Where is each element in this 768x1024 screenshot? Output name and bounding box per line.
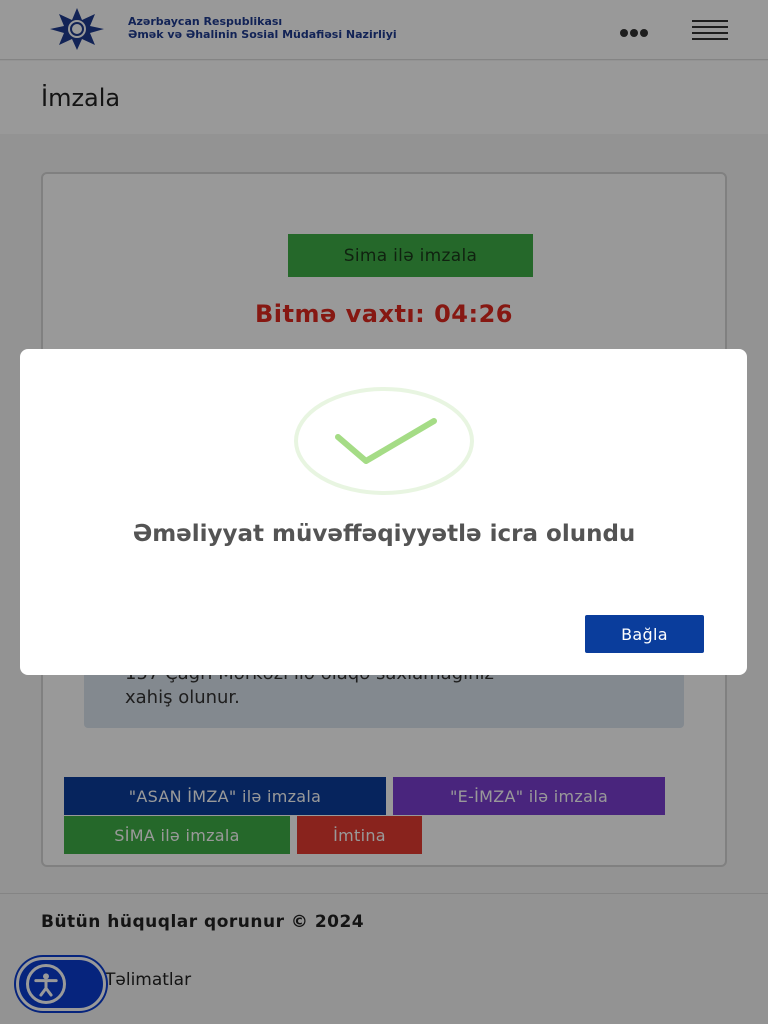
- dialog-message: Əməliyyat müvəffəqiyyətlə icra olundu: [132, 521, 636, 547]
- close-dialog-button[interactable]: Bağla: [585, 615, 704, 653]
- success-check-icon: [294, 387, 474, 495]
